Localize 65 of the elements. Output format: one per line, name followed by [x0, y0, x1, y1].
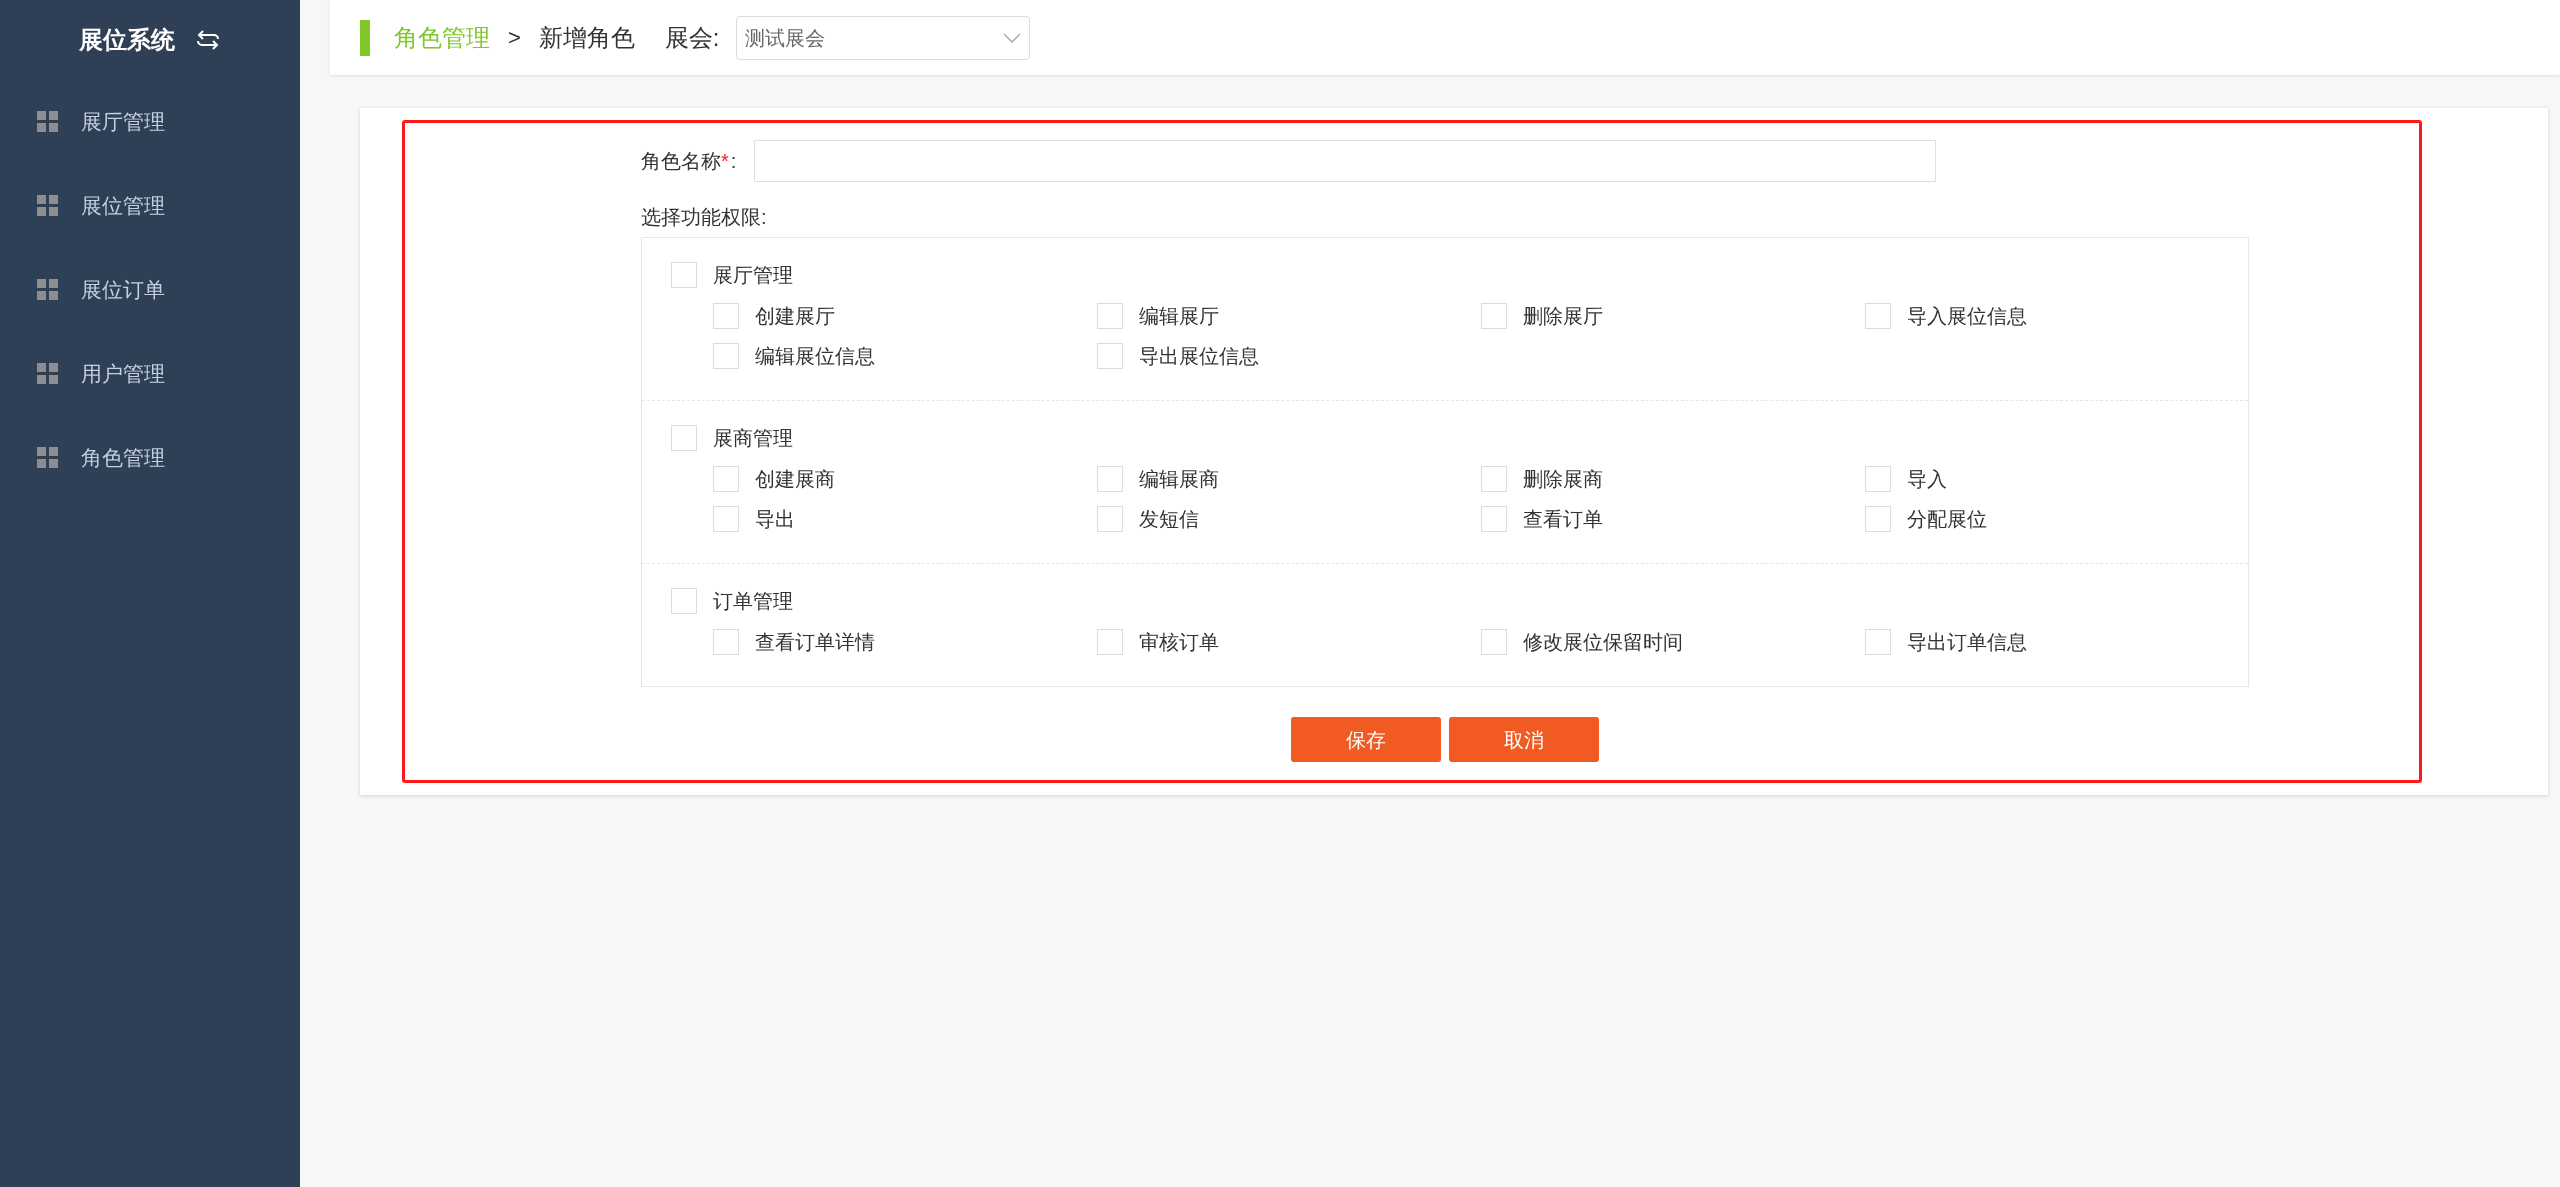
group-label: 展商管理	[713, 426, 793, 451]
permission-label: 创建展厅	[755, 304, 835, 329]
permission-label: 导入展位信息	[1907, 304, 2027, 329]
swap-icon[interactable]	[195, 28, 221, 52]
field-label: 角色名称	[641, 149, 721, 174]
checkbox[interactable]	[671, 588, 697, 614]
permission-label: 导入	[1907, 467, 1947, 492]
sidebar-item[interactable]: 展厅管理	[0, 80, 300, 164]
expo-label: 展会:	[664, 22, 720, 53]
checkbox[interactable]	[713, 466, 739, 492]
permission-label: 审核订单	[1139, 630, 1219, 655]
grid-icon	[37, 195, 59, 217]
sidebar-item[interactable]: 展位订单	[0, 248, 300, 332]
permission-label: 导出展位信息	[1139, 344, 1259, 369]
permission-label: 查看订单	[1523, 507, 1603, 532]
checkbox[interactable]	[713, 629, 739, 655]
grid-icon	[37, 447, 59, 469]
sidebar-item[interactable]: 用户管理	[0, 332, 300, 416]
checkbox[interactable]	[1097, 629, 1123, 655]
checkbox[interactable]	[1865, 506, 1891, 532]
chevron-down-icon	[1002, 32, 1021, 43]
checkbox[interactable]	[1097, 506, 1123, 532]
accent-bar	[360, 19, 370, 56]
checkbox[interactable]	[671, 425, 697, 451]
permissions-label: 选择功能权限:	[641, 205, 768, 230]
grid-icon	[37, 363, 59, 385]
permission-label: 导出	[755, 507, 795, 532]
permission-label: 创建展商	[755, 467, 835, 492]
permission-label: 导出订单信息	[1907, 630, 2027, 655]
grid-icon	[37, 111, 59, 133]
permission-label: 编辑展商	[1139, 467, 1219, 492]
sidebar-item[interactable]: 展位管理	[0, 164, 300, 248]
sidebar-item[interactable]: 角色管理	[0, 416, 300, 500]
permission-label: 发短信	[1139, 507, 1199, 532]
checkbox[interactable]	[1097, 466, 1123, 492]
permission-label: 修改展位保留时间	[1523, 630, 1683, 655]
checkbox[interactable]	[1865, 629, 1891, 655]
checkbox[interactable]	[1481, 466, 1507, 492]
checkbox[interactable]	[1481, 629, 1507, 655]
grid-icon	[37, 279, 59, 301]
permission-label: 删除展厅	[1523, 304, 1603, 329]
checkbox[interactable]	[1097, 343, 1123, 369]
required-mark: *	[721, 149, 729, 174]
checkbox[interactable]	[1865, 466, 1891, 492]
permission-label: 编辑展厅	[1139, 304, 1219, 329]
breadcrumb-current: 新增角色	[538, 22, 635, 53]
group-label: 展厅管理	[713, 263, 793, 288]
permission-label: 查看订单详情	[755, 630, 875, 655]
group-label: 订单管理	[713, 589, 793, 614]
permission-label: 分配展位	[1907, 507, 1987, 532]
breadcrumb-separator: >	[508, 24, 521, 52]
checkbox[interactable]	[713, 506, 739, 532]
checkbox[interactable]	[1481, 303, 1507, 329]
role-name-input[interactable]	[754, 140, 1936, 182]
expo-select[interactable]: 测试展会	[735, 15, 1030, 60]
checkbox[interactable]	[671, 262, 697, 288]
checkbox[interactable]	[1865, 303, 1891, 329]
checkbox[interactable]	[713, 343, 739, 369]
app-title: 展位系统	[79, 25, 175, 55]
permission-label: 编辑展位信息	[755, 344, 875, 369]
checkbox[interactable]	[1481, 506, 1507, 532]
checkbox[interactable]	[713, 303, 739, 329]
label-colon: :	[730, 149, 737, 174]
checkbox[interactable]	[1097, 303, 1123, 329]
permission-label: 删除展商	[1523, 467, 1603, 492]
